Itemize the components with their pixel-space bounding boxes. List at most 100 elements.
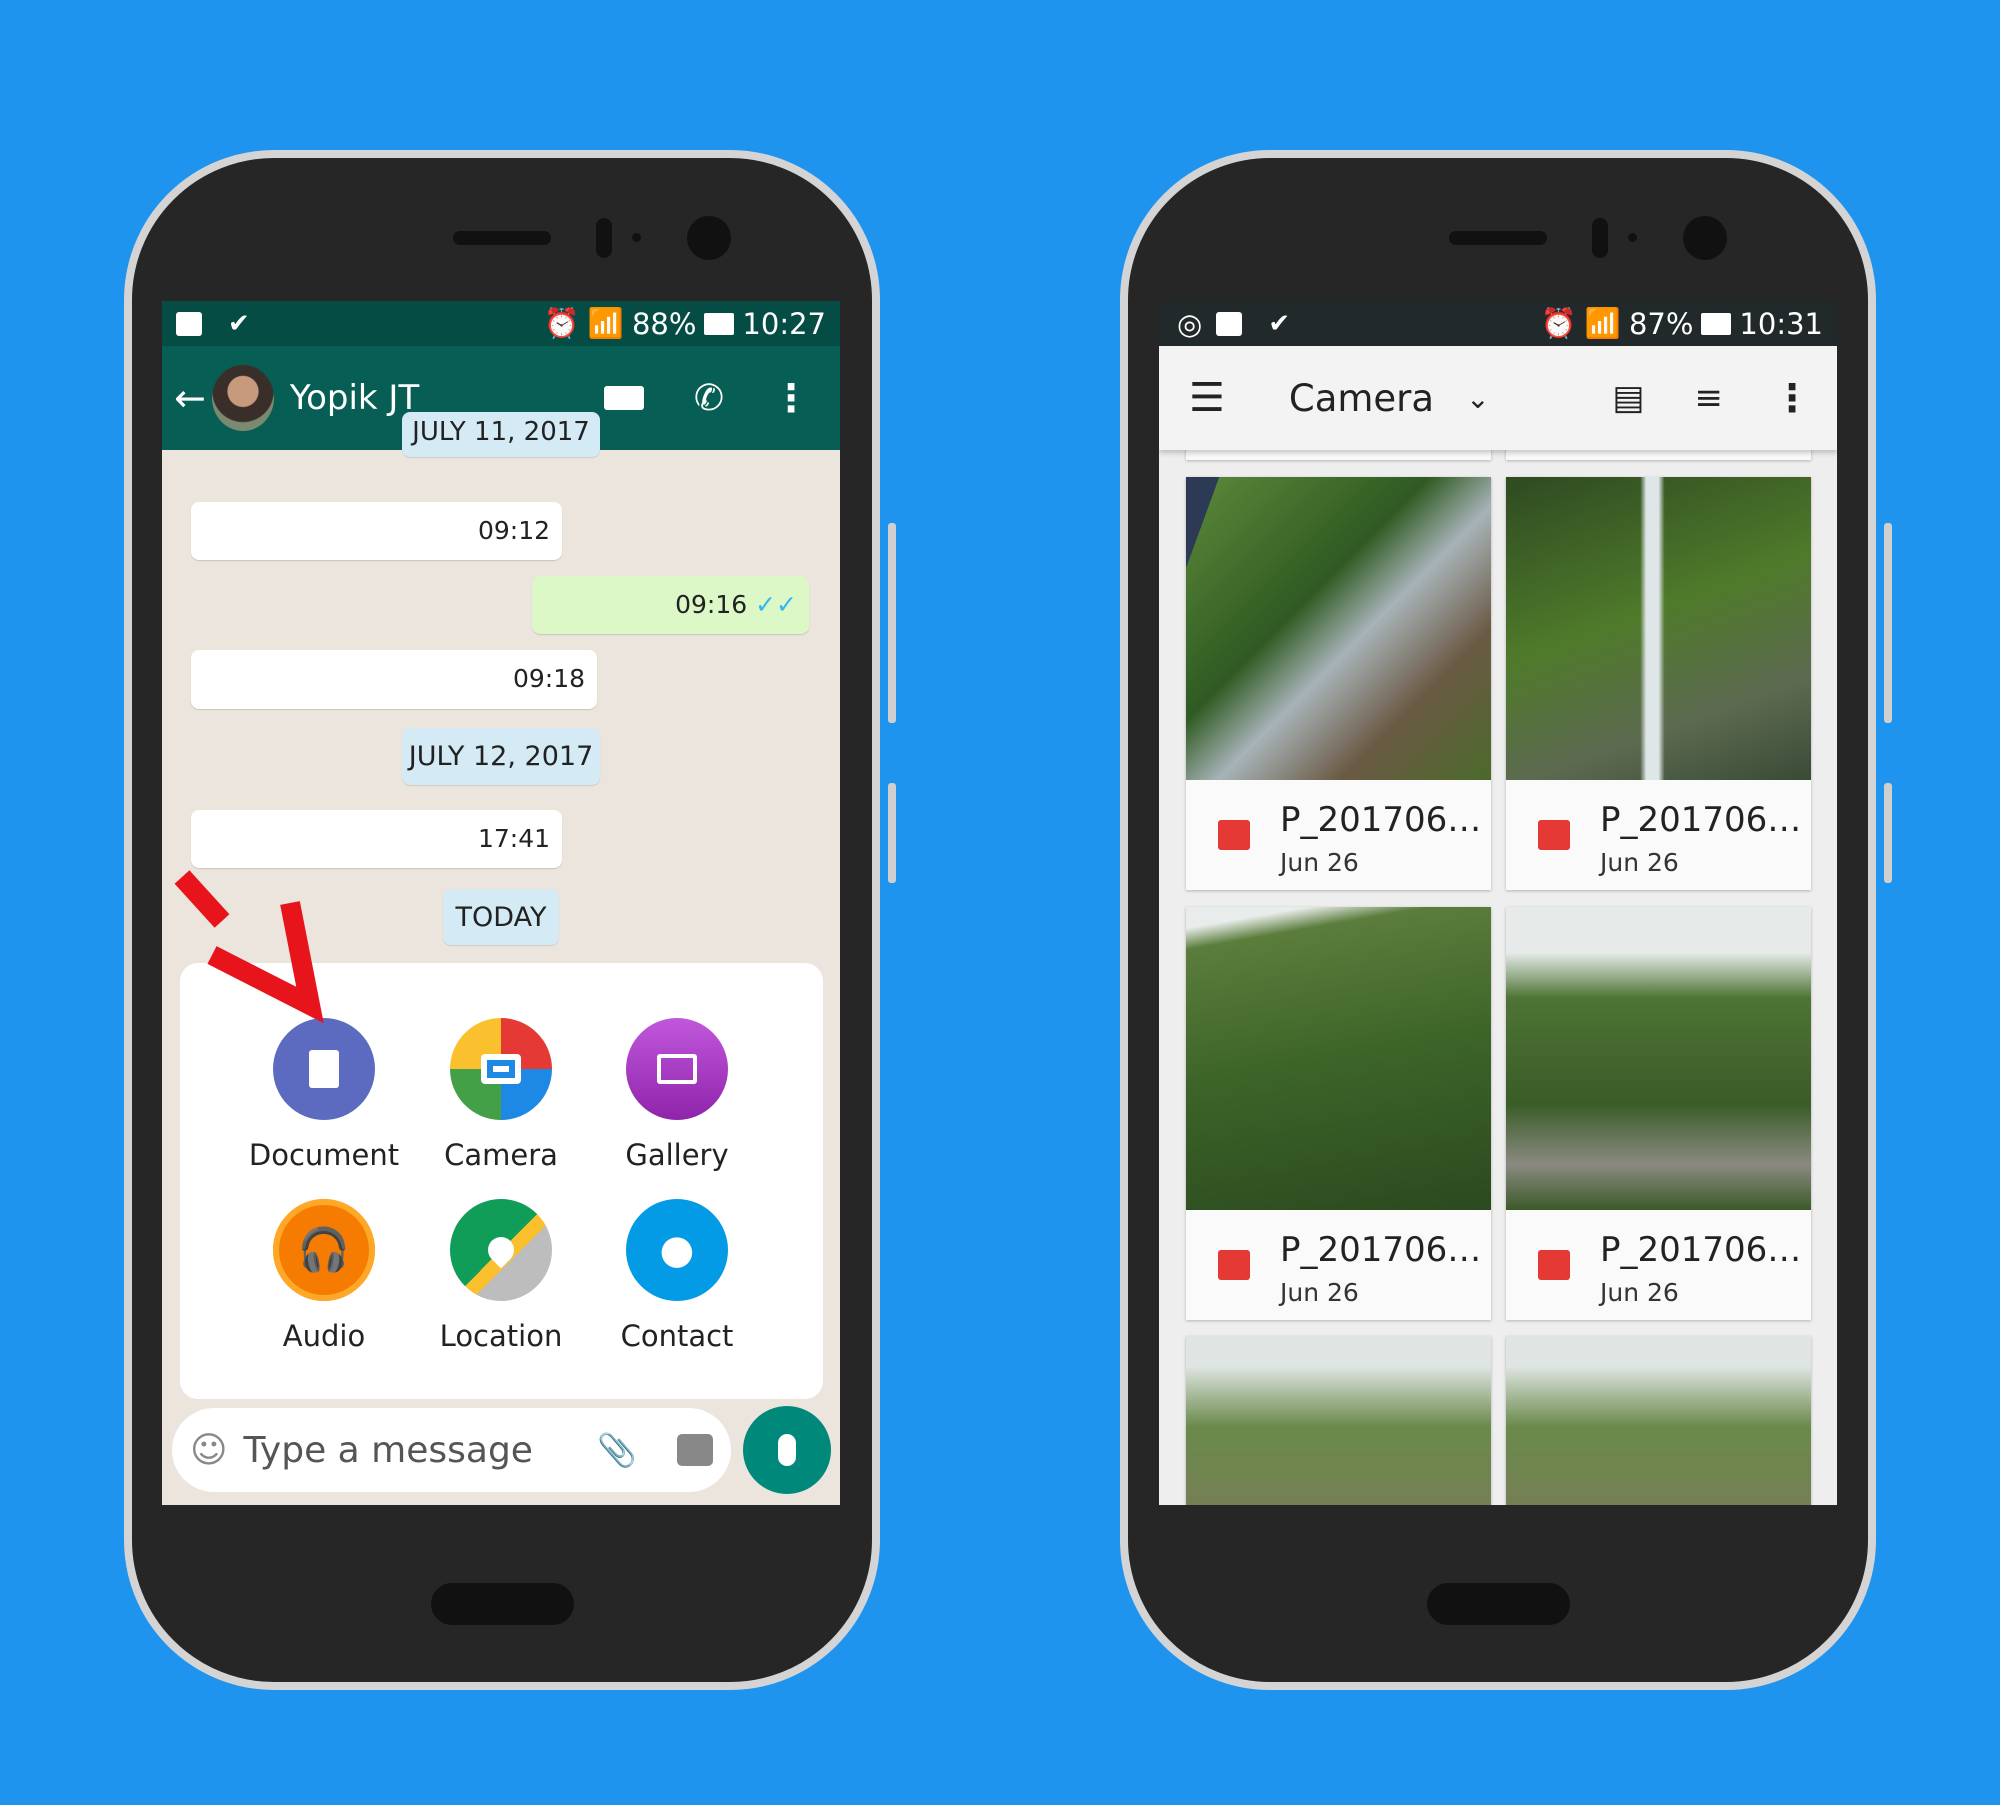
photo-title: P_201706… bbox=[1280, 1230, 1482, 1270]
attach-contact[interactable]: ● Contact bbox=[592, 1199, 762, 1353]
photo-thumbnail bbox=[1186, 1336, 1491, 1505]
attach-label: Document bbox=[248, 1138, 400, 1172]
battery-icon bbox=[1701, 312, 1732, 335]
mic-icon bbox=[778, 1434, 796, 1466]
photo-card[interactable]: P_201706… Jun 26 bbox=[1506, 477, 1811, 890]
image-file-icon bbox=[1538, 1250, 1570, 1280]
battery-icon bbox=[704, 312, 735, 335]
earpiece bbox=[453, 231, 551, 245]
arrow-stroke bbox=[174, 870, 230, 928]
sensor-dot bbox=[1628, 233, 1637, 242]
attach-audio[interactable]: 🎧 Audio bbox=[239, 1199, 409, 1353]
gallery-screen: ◎ ✔ ⏰ 📶 87% 10:31 ☰ Camera ⌄ ▤ ≡ ⋮ P_201… bbox=[1159, 301, 1837, 1505]
message-placeholder: Type a message bbox=[243, 1429, 533, 1471]
more-vert-icon[interactable]: ⋮ bbox=[1773, 376, 1811, 420]
home-button[interactable] bbox=[1427, 1583, 1570, 1625]
side-button bbox=[1884, 783, 1892, 883]
photo-thumbnail bbox=[1186, 907, 1491, 1210]
back-arrow-icon[interactable]: ← bbox=[174, 376, 206, 420]
sort-icon[interactable]: ≡ bbox=[1695, 378, 1724, 418]
photo-card-partial[interactable] bbox=[1186, 1336, 1491, 1505]
list-view-icon[interactable]: ▤ bbox=[1612, 378, 1644, 418]
photo-date: Jun 26 bbox=[1600, 848, 1679, 877]
paperclip-icon[interactable]: 📎 bbox=[597, 1431, 637, 1469]
sensor bbox=[1592, 218, 1608, 258]
photo-card[interactable]: P_201706… Jun 26 bbox=[1186, 907, 1491, 1320]
image-file-icon bbox=[1218, 1250, 1250, 1280]
chevron-down-icon[interactable]: ⌄ bbox=[1466, 382, 1489, 415]
video-call-icon[interactable] bbox=[603, 386, 644, 410]
photo-date: Jun 26 bbox=[1280, 848, 1359, 877]
attach-camera[interactable]: Camera bbox=[416, 1018, 586, 1172]
image-icon bbox=[1216, 311, 1243, 336]
clock: 10:31 bbox=[1739, 306, 1823, 341]
image-icon bbox=[176, 311, 202, 336]
headphones-icon: 🎧 bbox=[273, 1199, 375, 1301]
outgoing-message[interactable]: 09:16 ✓✓ bbox=[532, 576, 809, 634]
camera-icon bbox=[450, 1018, 552, 1120]
home-button[interactable] bbox=[431, 1583, 574, 1625]
document-icon bbox=[273, 1018, 375, 1120]
attach-label: Camera bbox=[444, 1138, 558, 1172]
message-time: 09:18 bbox=[512, 664, 585, 693]
person-icon: ● bbox=[626, 1199, 728, 1301]
earpiece bbox=[1449, 231, 1547, 245]
photo-thumbnail bbox=[1506, 1336, 1811, 1505]
wifi-icon: 📶 bbox=[587, 306, 624, 340]
attach-label: Location bbox=[439, 1319, 563, 1353]
avatar[interactable] bbox=[211, 365, 274, 431]
right-phone: ◎ ✔ ⏰ 📶 87% 10:31 ☰ Camera ⌄ ▤ ≡ ⋮ P_201… bbox=[1120, 150, 1892, 1690]
wifi-icon: 📶 bbox=[1584, 306, 1621, 340]
sensor-dot bbox=[632, 233, 641, 242]
image-file-icon bbox=[1538, 820, 1570, 850]
side-button bbox=[888, 523, 896, 723]
sensor bbox=[596, 218, 612, 258]
side-button bbox=[888, 783, 896, 883]
attach-label: Contact bbox=[620, 1319, 734, 1353]
attach-document[interactable]: Document bbox=[239, 1018, 409, 1172]
message-time: 17:41 bbox=[477, 824, 550, 853]
front-camera bbox=[687, 216, 731, 260]
date-badge: JULY 12, 2017 bbox=[402, 728, 600, 785]
front-camera bbox=[1683, 216, 1727, 260]
battery-percent: 87% bbox=[1628, 306, 1694, 341]
clock: 10:27 bbox=[742, 306, 826, 341]
message-time: 09:12 bbox=[477, 516, 550, 545]
alarm-icon: ⏰ bbox=[543, 306, 580, 340]
message-input[interactable]: ☺ Type a message 📎 bbox=[172, 1408, 731, 1492]
photo-card-partial[interactable] bbox=[1506, 1336, 1811, 1505]
photo-date: Jun 26 bbox=[1600, 1278, 1679, 1307]
photo-grid: P_201706… Jun 26 P_201706… Jun 26 P_201706… bbox=[1159, 430, 1837, 1505]
photo-date: Jun 26 bbox=[1280, 1278, 1359, 1307]
location-pin-icon bbox=[450, 1199, 552, 1301]
incoming-message[interactable]: 09:18 bbox=[191, 650, 597, 709]
incoming-message[interactable]: 09:12 bbox=[191, 502, 562, 560]
message-time: 09:16 bbox=[675, 590, 748, 619]
phone-icon[interactable]: ✆ bbox=[694, 378, 724, 419]
photo-card[interactable]: P_201706… Jun 26 bbox=[1506, 907, 1811, 1320]
date-badge: TODAY bbox=[443, 889, 559, 945]
status-bar: ◎ ✔ ⏰ 📶 87% 10:31 bbox=[1159, 301, 1837, 346]
photo-card[interactable]: P_201706… Jun 26 bbox=[1186, 477, 1491, 890]
more-vert-icon[interactable]: ⋮ bbox=[772, 376, 810, 420]
mic-button[interactable] bbox=[743, 1406, 831, 1494]
photo-title: P_201706… bbox=[1600, 1230, 1802, 1270]
camera-icon[interactable] bbox=[677, 1434, 713, 1466]
date-badge: JULY 11, 2017 bbox=[402, 412, 600, 457]
attach-location[interactable]: Location bbox=[416, 1199, 586, 1353]
battery-percent: 88% bbox=[631, 306, 697, 341]
menu-icon[interactable]: ☰ bbox=[1189, 375, 1225, 421]
attachment-menu: Document Camera Gallery 🎧 Audio Location… bbox=[180, 963, 823, 1399]
photo-thumbnail bbox=[1186, 477, 1491, 780]
attach-gallery[interactable]: Gallery bbox=[592, 1018, 762, 1172]
alarm-icon: ⏰ bbox=[1540, 306, 1577, 340]
arrow-head bbox=[207, 901, 324, 1024]
photo-thumbnail bbox=[1506, 907, 1811, 1210]
double-check-icon: ✓✓ bbox=[755, 590, 797, 619]
image-file-icon bbox=[1218, 820, 1250, 850]
gallery-icon bbox=[626, 1018, 728, 1120]
album-title[interactable]: Camera bbox=[1289, 377, 1434, 420]
emoji-icon[interactable]: ☺ bbox=[190, 1430, 228, 1471]
red-arrow-annotation bbox=[174, 870, 324, 1024]
photo-title: P_201706… bbox=[1600, 800, 1802, 840]
